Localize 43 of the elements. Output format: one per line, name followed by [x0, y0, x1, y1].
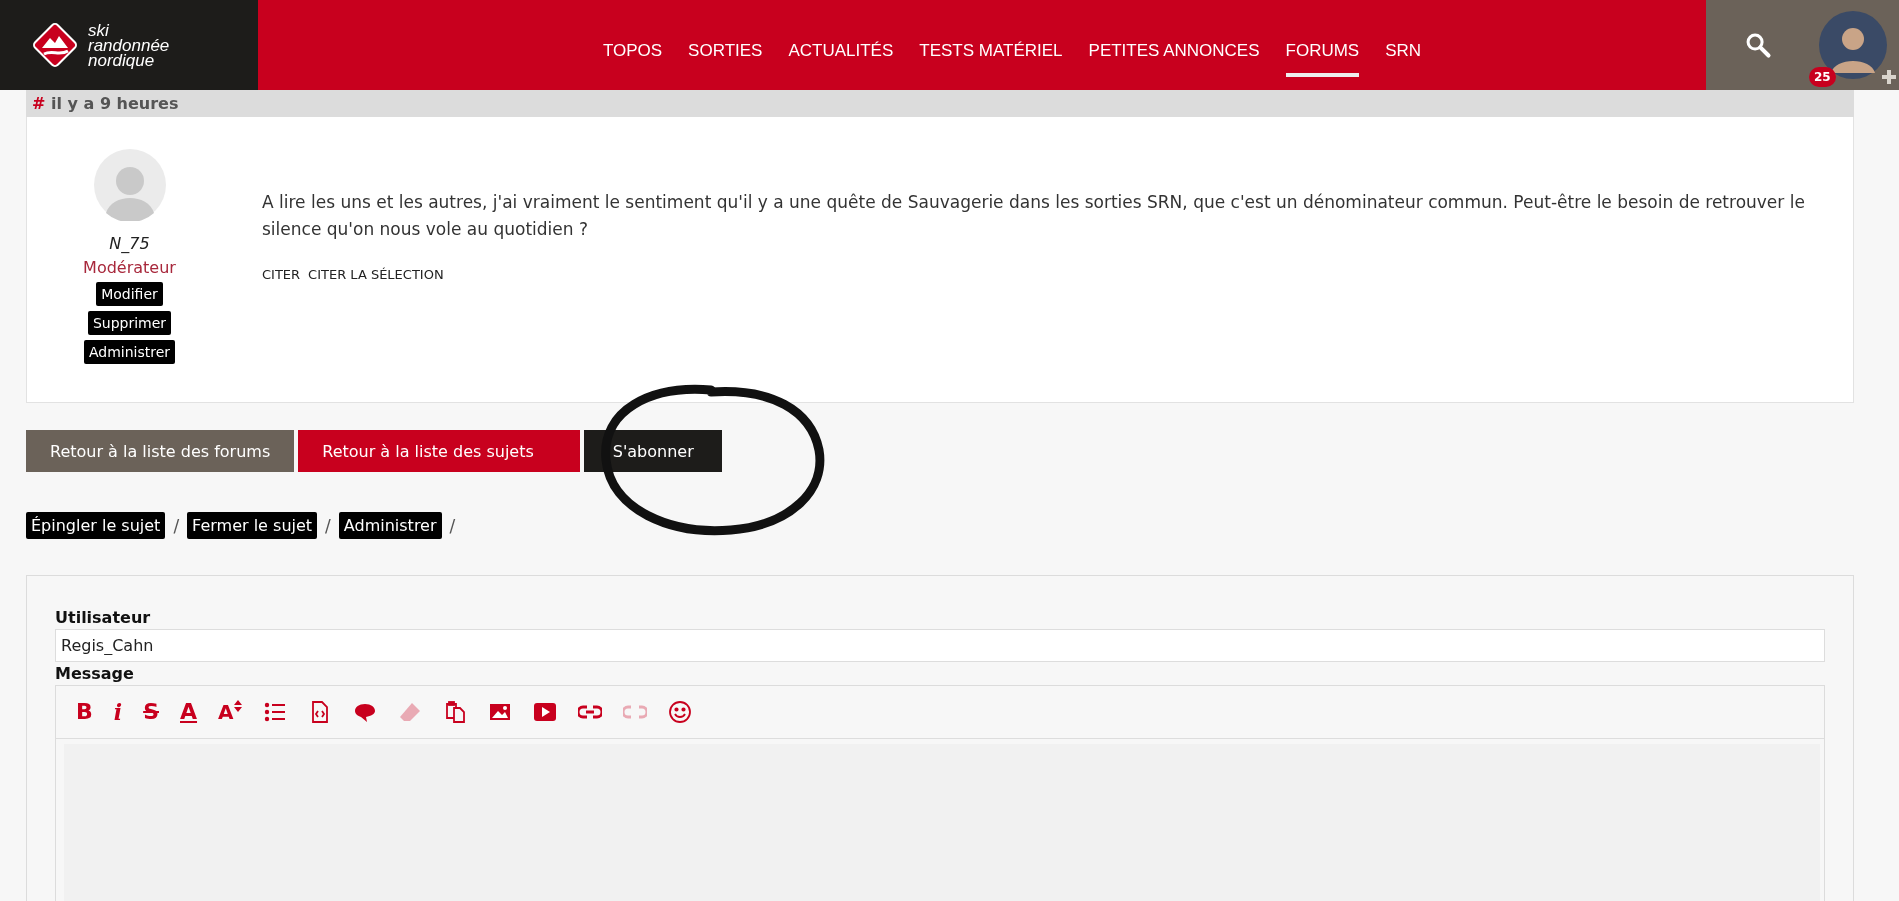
topic-action-button[interactable]: Épingler le sujet	[26, 512, 166, 539]
bold-button[interactable]: B	[76, 700, 93, 724]
nav-link[interactable]: ACTUALITÉS	[788, 29, 894, 77]
topic-action-button[interactable]: Administrer	[338, 512, 442, 539]
nav-link[interactable]: SRN	[1385, 29, 1422, 77]
text-color-button[interactable]: A	[180, 700, 198, 724]
field-label: Utilisateur	[55, 608, 152, 627]
nav-link[interactable]: FORUMS	[1285, 29, 1360, 77]
username-field[interactable]: Regis_Cahn	[55, 629, 1825, 662]
nav-link[interactable]: TOPOS	[602, 29, 663, 77]
author-role: Modérateur	[83, 258, 176, 277]
moderation-button[interactable]: Supprimer	[87, 311, 172, 335]
user-silhouette-icon	[93, 149, 166, 221]
italic-button[interactable]: i	[113, 700, 123, 724]
field-label: Message	[55, 664, 135, 683]
logo-text: ski randonnée nordique	[88, 22, 170, 68]
search-icon[interactable]	[1744, 31, 1772, 59]
nav-link[interactable]: SORTIES	[688, 29, 763, 77]
separator-text: /	[173, 515, 180, 536]
action-button[interactable]: S'abonner	[584, 430, 723, 472]
notification-badge: 25	[1809, 67, 1836, 87]
strikethrough-button[interactable]: S	[143, 700, 159, 724]
font-size-button[interactable]: A	[218, 700, 242, 724]
action-button[interactable]: Retour à la liste des sujets	[298, 430, 581, 472]
smiley-icon[interactable]	[667, 700, 692, 724]
topic-action-button[interactable]: Fermer le sujet	[187, 512, 318, 539]
moderation-button[interactable]: Administrer	[83, 340, 176, 364]
logo-panel[interactable]: ski randonnée nordique	[0, 0, 258, 90]
nav-link[interactable]: PETITES ANNONCES	[1088, 29, 1260, 77]
quote-link[interactable]: CITER LA SÉLECTION	[308, 267, 444, 282]
nav-link[interactable]: TESTS MATÉRIEL	[919, 29, 1063, 77]
post-text: A lire les uns et les autres, j'ai vraiment le sentiment qu'il y a une quête de Sauvagerie dans les sorties SRN, que c'est un dénominateur commun. Peut-être le besoin de retrouver le silence qu'on nous vole au quotidien ?	[262, 191, 1806, 241]
post-time: # il y a 9 heures	[32, 94, 179, 113]
separator-text: /	[325, 515, 331, 536]
list-icon[interactable]	[262, 700, 287, 724]
separator-text: /	[449, 515, 456, 536]
up-down-arrows-icon	[233, 700, 242, 712]
quote-link[interactable]: CITER	[262, 267, 301, 282]
play-icon[interactable]	[532, 700, 557, 724]
author-name[interactable]: N_75	[109, 234, 150, 253]
moderation-button[interactable]: Modifier	[96, 282, 163, 306]
action-button[interactable]: Retour à la liste des forums	[26, 430, 295, 472]
plus-icon[interactable]	[1881, 69, 1897, 85]
